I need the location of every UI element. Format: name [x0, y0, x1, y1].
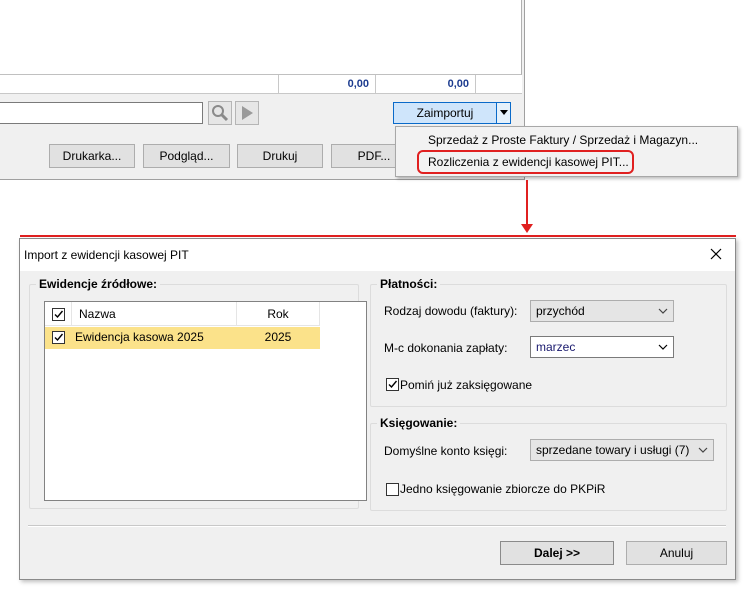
close-icon[interactable] [707, 245, 725, 263]
dialog-separator [28, 525, 726, 527]
payment-month-label: M-c dokonania zapłaty: [384, 341, 508, 355]
select-all-checkbox[interactable] [52, 308, 65, 321]
doc-type-value: przychód [536, 304, 585, 318]
highlight-arrow-icon [521, 224, 533, 233]
sources-list[interactable]: Nazwa Rok Ewidencja kasowa 2025 2025 [44, 301, 367, 501]
menu-item-sales-import[interactable]: Sprzedaż z Proste Faktury / Sprzedaż i M… [428, 130, 698, 150]
single-posting-checkbox[interactable] [386, 483, 399, 496]
default-account-label: Domyślne konto księgi: [384, 444, 508, 458]
row-year: 2025 [264, 330, 292, 344]
dialog-title: Import z ewidencji kasowej PIT [24, 248, 189, 262]
chevron-down-icon [658, 308, 668, 314]
search-button[interactable] [208, 101, 232, 125]
single-posting-label[interactable]: Jedno księgowanie zbiorcze do PKPiR [400, 482, 605, 496]
check-icon [54, 333, 64, 342]
check-icon [54, 310, 64, 319]
document-list-area [0, 0, 522, 75]
check-icon [388, 380, 398, 389]
doc-type-label: Rodzaj dowodu (faktury): [384, 304, 518, 318]
highlight-connector [526, 180, 528, 227]
preview-button[interactable]: Podgląd... [143, 144, 230, 168]
cancel-button[interactable]: Anuluj [626, 541, 727, 565]
skip-posted-checkbox[interactable] [386, 378, 399, 391]
highlight-box [417, 150, 634, 174]
doc-type-select[interactable]: przychód [530, 300, 674, 322]
chevron-down-icon [499, 110, 508, 115]
list-header: Nazwa Rok [45, 302, 320, 326]
import-button[interactable]: Zaimportuj [394, 103, 496, 123]
column-header-year[interactable]: Rok [237, 302, 319, 326]
chevron-down-icon [698, 447, 708, 453]
highlight-divider [20, 235, 736, 237]
search-icon [212, 105, 229, 122]
default-account-select[interactable]: sprzedane towary i usługi (7) [530, 439, 714, 461]
sources-group-legend: Ewidencje źródłowe: [36, 277, 161, 291]
posting-group-legend: Księgowanie: [377, 416, 461, 430]
import-split-button[interactable]: Zaimportuj [393, 102, 511, 124]
default-account-value: sprzedane towary i usługi (7) [536, 443, 690, 457]
payments-group-legend: Płatności: [377, 277, 441, 291]
sum-value-2: 0,00 [375, 75, 475, 94]
row-name: Ewidencja kasowa 2025 [75, 330, 204, 344]
row-checkbox[interactable] [52, 331, 65, 344]
skip-posted-label[interactable]: Pomiń już zaksięgowane [400, 378, 532, 392]
search-input[interactable] [0, 102, 203, 124]
list-item[interactable]: Ewidencja kasowa 2025 2025 [45, 327, 320, 349]
import-dialog: Import z ewidencji kasowej PIT Ewidencje… [19, 238, 736, 580]
printer-button[interactable]: Drukarka... [49, 144, 135, 168]
posting-group: Księgowanie: [370, 416, 727, 511]
chevron-down-icon [658, 344, 668, 350]
print-button[interactable]: Drukuj [237, 144, 323, 168]
sum-value-1: 0,00 [278, 75, 375, 94]
column-header-name[interactable]: Nazwa [79, 302, 116, 326]
play-icon [242, 106, 253, 120]
payment-month-value: marzec [536, 340, 576, 354]
play-button[interactable] [235, 101, 259, 125]
payment-month-select[interactable]: marzec [530, 336, 674, 358]
import-dropdown-toggle[interactable] [496, 103, 510, 123]
summary-row: 0,00 0,00 [0, 75, 522, 94]
sum-value-3 [475, 75, 522, 94]
next-button[interactable]: Dalej >> [500, 541, 614, 565]
dialog-titlebar: Import z ewidencji kasowej PIT [20, 239, 735, 271]
